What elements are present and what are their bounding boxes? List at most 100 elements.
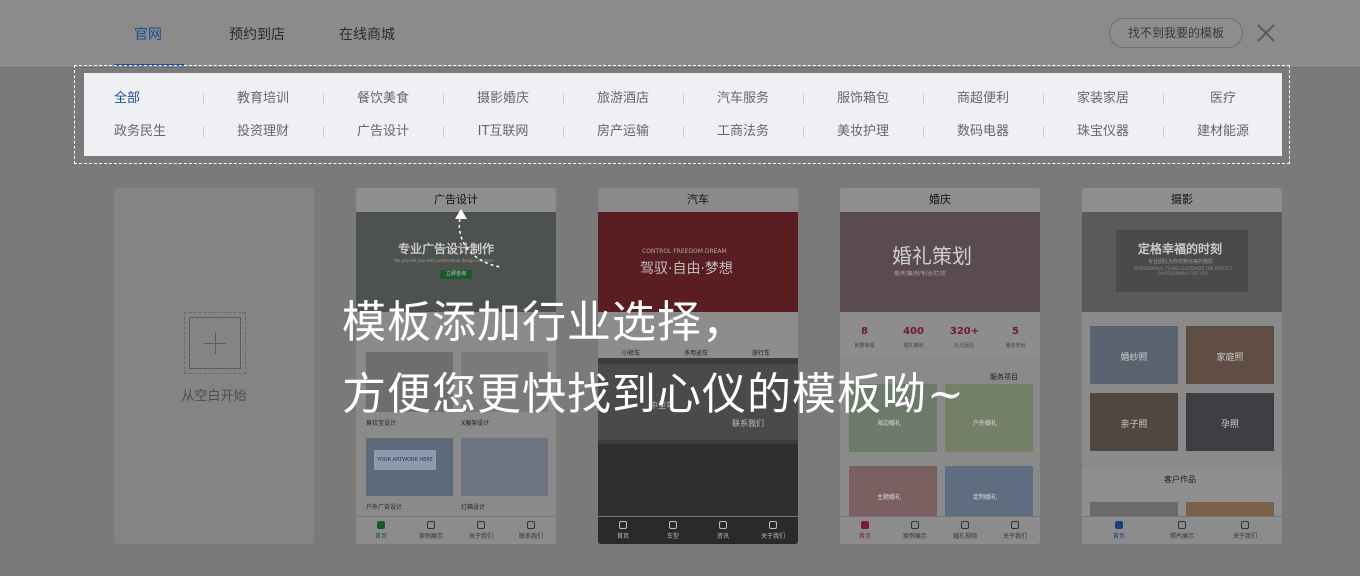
home-icon [619,521,627,529]
category-food[interactable]: 餐饮美食 [323,89,443,109]
hero-image: 定格幸福的时刻 专业团队为你定制完美的摄影 PROFESSIONAL TEAMS… [1082,212,1282,312]
category-building[interactable]: 建材能源 [1163,122,1283,142]
template-footer-nav: 首页 案例展示 婚礼视频 关于我们 [840,516,1040,544]
footer-cases: 案例展示 [406,521,456,540]
category-photo-wedding[interactable]: 摄影婚庆 [443,89,563,109]
hero-image: 婚礼策划 婚/庆/策/划/专/业/打/造 [840,212,1040,312]
hero-title: 定格幸福的时刻 [1138,242,1223,256]
home-icon [377,521,385,529]
user-icon [477,521,485,529]
stat-label: 婚礼策划 [903,343,924,349]
close-icon[interactable] [1256,23,1276,43]
category-all[interactable]: 全部 [84,89,204,109]
tab-reservation[interactable]: 预约到店 [229,24,285,44]
category-apparel[interactable]: 服饰箱包 [803,89,923,109]
category-legal[interactable]: 工商法务 [683,122,803,142]
hero-title: 驾驭·自由·梦想 [640,261,733,277]
grid-icon [961,521,969,529]
section-title: 客户作品 [1164,475,1196,484]
tab-official-site[interactable]: 官网 [134,24,162,44]
category-realestate[interactable]: 房产运输 [563,122,683,142]
hero-title: 婚礼策划 [892,244,972,268]
footer-photos: 照片展示 [1157,521,1207,540]
category-beauty[interactable]: 美妆护理 [803,122,923,142]
stat-number: 400 [903,326,924,337]
tile-label: 婚纱照 [1120,353,1148,363]
thumbnail-lightbox [461,438,548,496]
grid-icon [427,521,435,529]
plus-icon [189,317,241,369]
thumbnail-billboard: YOUR ARTWORK HERE [366,438,453,496]
hero-words: CONTROL FREEDOM DREAM [642,248,727,255]
template-footer-nav: 首页 车型 资讯 关于我们 [598,516,798,544]
tile-label: 孕照 [1220,420,1239,430]
blank-template-card[interactable]: 从空白开始 [114,188,314,544]
dashed-arrow-icon [455,209,502,268]
document-icon [719,521,727,529]
category-jewelry[interactable]: 珠宝仪器 [1043,122,1163,142]
footer-about: 关于我们 [990,521,1040,540]
onboarding-headline-line2: 方便您更快找到心仪的模板呦~ [342,369,965,420]
template-title: 摄影 [1082,188,1282,212]
category-travel-hotel[interactable]: 旅游酒店 [563,89,683,109]
footer-about: 关于我们 [1220,521,1270,540]
footer-contact: 联系我们 [506,521,556,540]
home-icon [1115,521,1123,529]
category-ad-design[interactable]: 广告设计 [323,122,443,142]
grid-icon [1178,521,1186,529]
photo-tile: 亲子照 [1090,393,1178,451]
user-icon [1011,521,1019,529]
template-title: 汽车 [598,188,798,212]
stat-label: 礼仪团队 [954,343,975,349]
tile-label: 亲子照 [1120,420,1148,430]
template-footer-nav: 首页 照片展示 关于我们 [1082,516,1282,544]
photo-tile: 家庭照 [1186,326,1274,384]
document-icon [911,521,919,529]
template-card-photography[interactable]: 摄影 定格幸福的时刻 专业团队为你定制完美的摄影 PROFESSIONAL TE… [1082,188,1282,544]
footer-about: 关于我们 [456,521,506,540]
blank-template-label: 从空白开始 [181,389,247,404]
category-auto[interactable]: 汽车服务 [683,89,803,109]
phone-icon [769,521,777,529]
category-education[interactable]: 教育培训 [203,89,323,109]
photo-tile: 孕照 [1186,393,1274,451]
hero-english: PROFESSIONAL TEAMS CUSTOMIZE THE PERFECT… [1133,266,1233,276]
category-finance[interactable]: 投资理财 [203,122,323,142]
stats-strip: 8 400 320+ 5 就要幸福 婚礼策划 礼仪团队 服务年份 [840,312,1040,356]
car-type-label: 旅行车 [752,350,771,357]
modal-header: 官网 预约到店 在线商城 找不到我要的模板 [0,0,1360,68]
stat-label: 服务年份 [1005,343,1026,349]
not-found-template-button[interactable]: 找不到我要的模板 [1109,18,1243,48]
stat-number: 5 [1012,326,1019,337]
client-works-section: 客户作品 [1082,468,1282,516]
category-electronics[interactable]: 数码电器 [923,122,1043,142]
work-thumb [1090,502,1178,516]
category-government[interactable]: 政务民生 [84,122,204,142]
stat-number: 320+ [949,326,980,337]
template-title: 婚庆 [840,188,1040,212]
footer-home: 首页 [840,521,890,540]
tile-label: 家庭照 [1216,353,1244,363]
category-home[interactable]: 家装家居 [1043,89,1163,109]
phone-icon [527,521,535,529]
footer-home: 首页 [1094,521,1144,540]
category-filter-panel: 全部 教育培训 餐饮美食 摄影婚庆 旅游酒店 汽车服务 服饰箱包 商超便利 家装… [84,73,1282,156]
photo-tile: 婚纱照 [1090,326,1178,384]
user-icon [1241,521,1249,529]
footer-about: 关于我们 [748,521,798,540]
work-thumb [1186,502,1274,516]
tab-online-mall[interactable]: 在线商城 [339,24,395,44]
onboarding-headline-line1: 模板添加行业选择， [342,297,747,348]
caption: 灯箱设计 [461,504,486,511]
category-row: 全部 教育培训 餐饮美食 摄影婚庆 旅游酒店 汽车服务 服饰箱包 商超便利 家装… [84,89,1282,109]
section-title: 服务项目 [990,373,1018,381]
billboard-text: YOUR ARTWORK HERE [374,450,436,470]
footer-home: 首页 [598,521,648,540]
footer-cases: 案例展示 [890,521,940,540]
car-photo-bottom [598,444,798,516]
caption: 户外广告设计 [366,504,403,511]
category-retail[interactable]: 商超便利 [923,89,1043,109]
footer-home: 首页 [356,521,406,540]
category-it-internet[interactable]: IT互联网 [443,122,563,142]
category-medical[interactable]: 医疗 [1163,89,1283,109]
